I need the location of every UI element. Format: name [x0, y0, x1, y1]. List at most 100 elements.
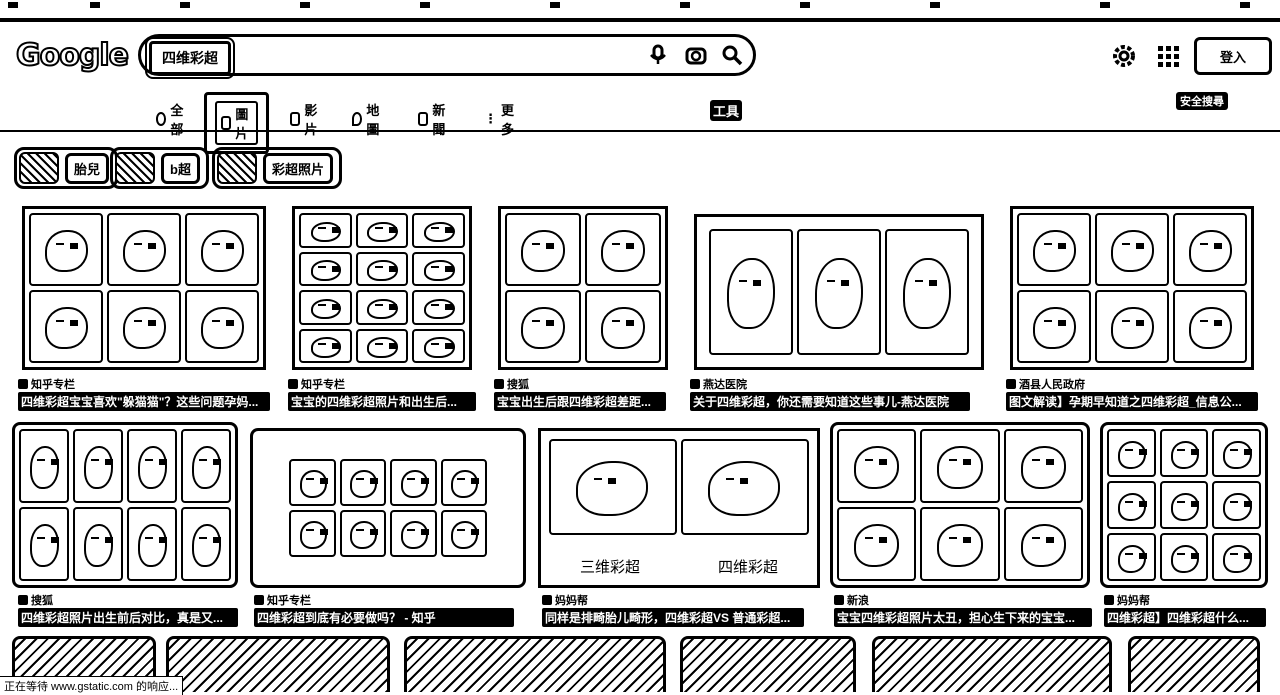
result-title[interactable]: 四维彩超宝宝喜欢"躲猫猫"？这些问题孕妈...	[18, 392, 270, 411]
toolbar-icon[interactable]	[930, 2, 940, 8]
result-image[interactable]	[498, 206, 668, 370]
search-input[interactable]: 四维彩超	[145, 37, 235, 79]
more-vert-icon: ⋮	[484, 111, 497, 126]
image-result[interactable]: 妈妈帮 四维彩超】四维彩超什么...	[1100, 422, 1268, 627]
safe-search-button[interactable]: 安全搜尋	[1176, 92, 1228, 110]
result-image[interactable]	[1100, 422, 1268, 588]
result-source[interactable]: 搜狐	[18, 592, 53, 608]
favicon-icon	[288, 379, 298, 389]
result-image[interactable]	[292, 206, 472, 370]
toolbar-icon[interactable]	[180, 2, 190, 8]
toolbar-icon[interactable]	[1240, 2, 1250, 8]
result-image[interactable]	[1128, 636, 1260, 692]
source-label: 新浪	[847, 595, 869, 607]
tab-maps[interactable]: 地圖	[352, 100, 383, 138]
source-label: 知乎专栏	[31, 379, 75, 391]
result-title[interactable]: 图文解读】孕期早知道之四维彩超_信息公...	[1006, 392, 1258, 411]
search-icon[interactable]	[721, 44, 743, 66]
tab-videos[interactable]: 影片	[290, 100, 321, 138]
toolbar-icon[interactable]	[420, 2, 430, 8]
map-pin-icon	[352, 112, 363, 126]
result-title[interactable]: 四维彩超】四维彩超什么...	[1104, 608, 1266, 627]
image-result[interactable]: 三维彩超 四维彩超 妈妈帮 同样是排畸胎儿畸形，四维彩超VS 普通彩超...	[538, 428, 820, 627]
toolbar-icon[interactable]	[1100, 2, 1110, 8]
result-source[interactable]: 知乎专栏	[288, 376, 345, 392]
chip-thumbnail	[19, 152, 59, 184]
result-title[interactable]: 宝宝的四维彩超照片和出生后...	[288, 392, 476, 411]
result-source[interactable]: 知乎专栏	[254, 592, 311, 608]
apps-grid-icon[interactable]	[1156, 44, 1180, 68]
result-source[interactable]: 燕达医院	[690, 376, 747, 392]
image-result[interactable]: 知乎专栏 四维彩超到底有必要做吗？ - 知乎	[250, 428, 526, 627]
microphone-icon[interactable]	[647, 44, 669, 66]
tab-label: 地圖	[366, 103, 380, 137]
result-image[interactable]	[166, 636, 390, 692]
favicon-icon	[18, 595, 28, 605]
chip-label: 胎兒	[65, 152, 110, 184]
result-image[interactable]: 三维彩超 四维彩超	[538, 428, 820, 588]
settings-gear-icon[interactable]	[1110, 42, 1138, 70]
toolbar-icon[interactable]	[680, 2, 690, 8]
result-image[interactable]	[12, 422, 238, 588]
result-image[interactable]	[830, 422, 1090, 588]
filter-chip[interactable]: 胎兒	[14, 147, 119, 189]
result-title[interactable]: 同样是排畸胎儿畸形，四维彩超VS 普通彩超...	[542, 608, 804, 627]
result-source[interactable]: 妈妈帮	[1104, 592, 1150, 608]
source-label: 酒县人民政府	[1019, 379, 1085, 391]
favicon-icon	[542, 595, 552, 605]
result-source[interactable]: 搜狐	[494, 376, 529, 392]
image-result[interactable]: 酒县人民政府 图文解读】孕期早知道之四维彩超_信息公...	[1006, 206, 1258, 411]
toolbar-icon[interactable]	[90, 2, 100, 8]
toolbar-icon[interactable]	[800, 2, 810, 8]
result-title[interactable]: 四维彩超到底有必要做吗？ - 知乎	[254, 608, 514, 627]
result-title[interactable]: 四维彩超照片出生前后对比，真是又...	[18, 608, 238, 627]
source-label: 知乎专栏	[267, 595, 311, 607]
sign-in-button[interactable]: 登入	[1194, 37, 1272, 75]
result-source[interactable]: 知乎专栏	[18, 376, 75, 392]
result-image[interactable]	[22, 206, 266, 370]
filter-chip[interactable]: 彩超照片	[212, 147, 343, 189]
tab-images[interactable]: 圖片	[204, 92, 270, 154]
result-image[interactable]	[872, 636, 1112, 692]
result-image[interactable]	[694, 214, 984, 370]
tab-all[interactable]: 全部	[156, 100, 187, 138]
google-logo[interactable]: Google	[15, 37, 130, 74]
image-caption-row: 三维彩超 四维彩超	[541, 556, 817, 577]
toolbar-icon[interactable]	[550, 2, 560, 8]
result-image[interactable]	[1010, 206, 1254, 370]
result-image[interactable]	[404, 636, 666, 692]
toolbar-icon[interactable]	[8, 2, 18, 8]
camera-lens-icon[interactable]	[685, 44, 707, 66]
filter-chip[interactable]: b超	[110, 147, 209, 189]
video-icon	[290, 112, 301, 126]
result-title[interactable]: 关于四维彩超，你还需要知道这些事儿-燕达医院	[690, 392, 970, 411]
image-result[interactable]: 新浪 宝宝四维彩超照片太丑，担心生下来的宝宝...	[830, 422, 1092, 627]
result-source[interactable]: 妈妈帮	[542, 592, 588, 608]
image-result[interactable]: 知乎专栏 四维彩超宝宝喜欢"躲猫猫"？这些问题孕妈...	[18, 206, 270, 411]
status-bar: 正在等待 www.gstatic.com 的响应...	[0, 676, 184, 695]
favicon-icon	[1006, 379, 1016, 389]
result-source[interactable]: 酒县人民政府	[1006, 376, 1085, 392]
image-caption: 三维彩超	[579, 558, 640, 576]
favicon-icon	[690, 379, 700, 389]
result-title[interactable]: 宝宝四维彩超照片太丑，担心生下来的宝宝...	[834, 608, 1092, 627]
tools-button[interactable]: 工具	[710, 100, 743, 121]
image-result[interactable]: 搜狐 四维彩超照片出生前后对比，真是又...	[12, 422, 238, 627]
favicon-icon	[18, 379, 28, 389]
image-result[interactable]: 搜狐 宝宝出生后跟四维彩超差距...	[494, 206, 670, 411]
search-box[interactable]: 四维彩超	[138, 34, 756, 79]
result-title[interactable]: 宝宝出生后跟四维彩超差距...	[494, 392, 666, 411]
image-caption: 四维彩超	[717, 558, 778, 576]
chip-label: b超	[161, 152, 200, 184]
result-image[interactable]	[680, 636, 856, 692]
tab-news[interactable]: 新聞	[418, 100, 449, 138]
tab-more[interactable]: ⋮ 更多	[484, 100, 514, 138]
result-image[interactable]	[250, 428, 526, 588]
chip-label: 彩超照片	[263, 152, 334, 184]
toolbar-icon[interactable]	[300, 2, 310, 8]
image-result[interactable]: 知乎专栏 宝宝的四维彩超照片和出生后...	[288, 206, 476, 411]
news-icon	[418, 112, 429, 126]
result-source[interactable]: 新浪	[834, 592, 869, 608]
image-result[interactable]: 燕达医院 关于四维彩超，你还需要知道这些事儿-燕达医院	[690, 206, 986, 411]
source-label: 燕达医院	[703, 379, 747, 391]
